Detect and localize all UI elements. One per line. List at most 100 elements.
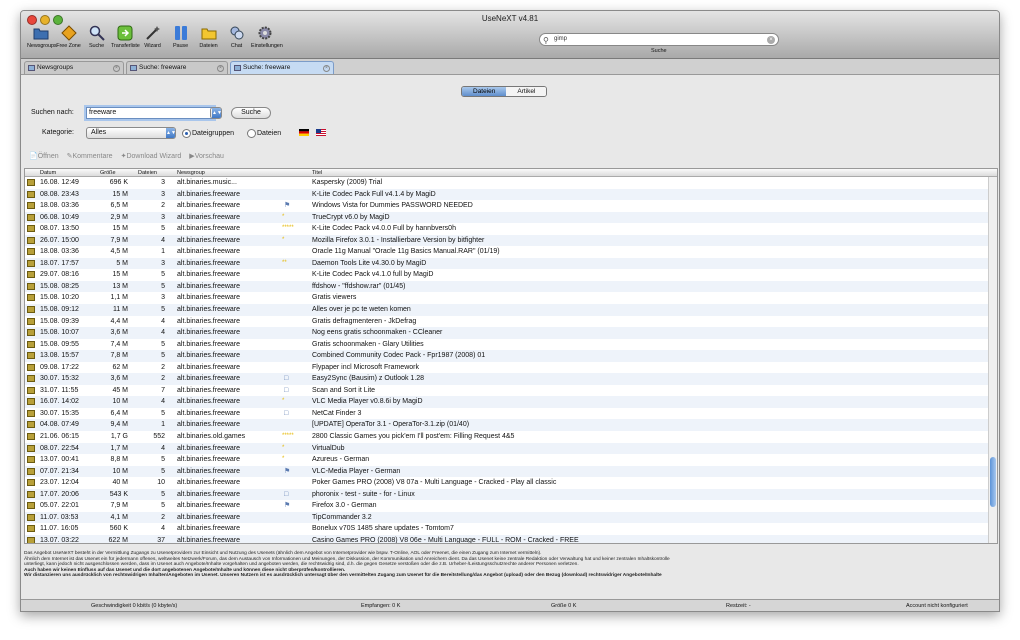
row-size: 10 M: [112, 467, 128, 475]
table-row[interactable]: 18.08. 03:36 6,5 M 2 alt.binaries.freeware ⚑…: [25, 200, 997, 212]
row-size: 7,9 M: [110, 502, 128, 510]
pause-icon: [172, 24, 190, 42]
table-row[interactable]: 11.07. 16:05 560 K 4 alt.binaries.freeware B…: [25, 523, 997, 535]
status-rest: Restzeit: -: [726, 603, 751, 609]
tab-newsgroups[interactable]: Newsgroups ×: [24, 61, 124, 74]
comments-button[interactable]: ✎Kommentare: [67, 152, 113, 160]
close-tab-icon[interactable]: ×: [323, 65, 330, 72]
table-row[interactable]: 16.08. 12:49 696 K 3 alt.binaries.music... K…: [25, 177, 997, 189]
column-header-newsgroup[interactable]: Newsgroup: [177, 169, 205, 177]
search-history-dropdown[interactable]: ▲▼: [210, 107, 222, 119]
table-row[interactable]: 08.07. 13:50 15 M 5 alt.binaries.freeware **…: [25, 223, 997, 235]
table-row[interactable]: 31.07. 11:55 45 M 7 alt.binaries.freeware □ S…: [25, 385, 997, 397]
language-flag-icon: ⚑: [284, 502, 291, 510]
row-newsgroup: alt.binaries.freeware: [177, 213, 241, 221]
row-title: phoronix - test - suite - for - Linux: [312, 490, 415, 498]
table-row[interactable]: 18.07. 17:57 5 M 3 alt.binaries.freeware ** D…: [25, 257, 997, 270]
table-row[interactable]: 13.07. 03:22 622 M 37 alt.binaries.freeware…: [25, 534, 997, 543]
row-title: Daemon Tools Lite v4.30.0 by MagiD: [312, 259, 427, 267]
scrollbar-thumb[interactable]: [990, 457, 996, 507]
table-row[interactable]: 13.07. 00:41 8,8 M 5 alt.binaries.freeware *…: [25, 454, 997, 466]
toolbar-label: Transferliste: [111, 43, 140, 49]
table-row[interactable]: 23.07. 12:04 40 M 10 alt.binaries.freeware P…: [25, 477, 997, 489]
table-row[interactable]: 21.06. 06:15 1,7 G 552 alt.binaries.old.gam…: [25, 431, 997, 443]
row-date: 09.08. 17:22: [40, 363, 79, 371]
row-title: Scan and Sort it Lite: [312, 386, 376, 394]
column-header-files[interactable]: Dateien: [138, 169, 157, 177]
search-term-input[interactable]: freeware: [86, 107, 214, 119]
table-row[interactable]: 13.08. 15:57 7,8 M 5 alt.binaries.freeware C…: [25, 350, 997, 362]
row-newsgroup: alt.binaries.freeware: [177, 444, 241, 452]
archive-icon: [27, 513, 35, 521]
column-header-size[interactable]: Größe: [100, 169, 116, 177]
language-flag-icon: ⚑: [284, 202, 291, 210]
table-row[interactable]: 26.07. 15:00 7,9 M 4 alt.binaries.freeware *…: [25, 234, 997, 247]
table-row[interactable]: 15.08. 08:25 13 M 5 alt.binaries.freeware ff…: [25, 280, 997, 293]
preview-button[interactable]: ▶Vorschau: [189, 152, 224, 160]
german-flag-icon[interactable]: [299, 129, 309, 136]
table-row[interactable]: 08.07. 22:54 1,7 M 4 alt.binaries.freeware *…: [25, 442, 997, 455]
toolbar-button-wizard[interactable]: Wizard: [139, 24, 166, 49]
search-button[interactable]: Suche: [231, 107, 271, 119]
search-input[interactable]: gimp: [554, 36, 567, 42]
file-groups-radio[interactable]: Dateigruppen: [182, 129, 234, 138]
category-select[interactable]: Alles ▲▼: [86, 127, 176, 139]
toolbar-button-pause[interactable]: Pause: [167, 24, 194, 49]
table-row[interactable]: 15.08. 09:39 4,4 M 4 alt.binaries.freeware G…: [25, 316, 997, 328]
table-row[interactable]: 30.07. 15:32 3,6 M 2 alt.binaries.freeware □…: [25, 373, 997, 385]
toolbar-button-einstellungen[interactable]: Einstellungen: [251, 24, 283, 49]
toolbar-button-chat[interactable]: Chat: [223, 24, 250, 49]
table-row[interactable]: 30.07. 15:35 6,4 M 5 alt.binaries.freeware □…: [25, 408, 997, 420]
row-newsgroup: alt.binaries.freeware: [177, 409, 241, 417]
toolbar-button-newsgroups[interactable]: Newsgroups: [27, 24, 57, 49]
files-radio[interactable]: Dateien: [247, 129, 281, 138]
table-row[interactable]: 15.08. 09:55 7,4 M 5 alt.binaries.freeware G…: [25, 339, 997, 351]
search-field[interactable]: ⚲ gimp ×: [539, 33, 779, 46]
table-row[interactable]: 15.08. 09:12 11 M 5 alt.binaries.freeware Al…: [25, 304, 997, 316]
toolbar-button-dateien[interactable]: Dateien: [195, 24, 222, 49]
close-tab-icon[interactable]: ×: [217, 65, 224, 72]
table-row[interactable]: 09.08. 17:22 62 M 2 alt.binaries.freeware Fl…: [25, 362, 997, 374]
row-size: 9,4 M: [110, 421, 128, 429]
table-row[interactable]: 08.08. 23:43 15 M 3 alt.binaries.freeware K-…: [25, 188, 997, 201]
table-row[interactable]: 17.07. 20:06 543 K 5 alt.binaries.freeware □…: [25, 488, 997, 501]
table-row[interactable]: 18.08. 03:36 4,5 M 1 alt.binaries.freeware O…: [25, 246, 997, 258]
row-newsgroup: alt.binaries.freeware: [177, 340, 241, 348]
column-header-date[interactable]: Datum: [40, 169, 56, 177]
table-row[interactable]: 11.07. 03:53 4,1 M 2 alt.binaries.freeware T…: [25, 511, 997, 524]
table-row[interactable]: 16.07. 14:02 10 M 4 alt.binaries.freeware * V…: [25, 396, 997, 408]
search-icon: ⚲: [543, 36, 549, 45]
table-row[interactable]: 15.08. 10:20 1,1 M 3 alt.binaries.freeware G…: [25, 292, 997, 304]
tab-search-freeware-1[interactable]: Suche: freeware ×: [126, 61, 228, 74]
toolbar-label: Wizard: [144, 43, 161, 49]
archive-icon: [27, 421, 35, 429]
table-row[interactable]: 04.08. 07:49 9,4 M 1 alt.binaries.freeware […: [25, 419, 997, 432]
table-row[interactable]: 07.07. 21:34 10 M 5 alt.binaries.freeware ⚑ V…: [25, 465, 997, 478]
toolbar-button-suche[interactable]: Suche: [83, 24, 110, 49]
row-files: 4: [161, 236, 165, 244]
status-speed: Geschwindigkeit 0 kbit/s (0 kbyte/s): [91, 603, 178, 609]
close-tab-icon[interactable]: ×: [113, 65, 120, 72]
table-row[interactable]: 06.08. 10:49 2,9 M 3 alt.binaries.freeware *…: [25, 211, 997, 224]
english-flag-icon[interactable]: [316, 129, 326, 136]
download-wizard-button[interactable]: ✦Download Wizard: [121, 152, 182, 160]
archive-icon: [27, 433, 35, 441]
toolbar-button-free-zone[interactable]: Free Zone: [55, 24, 82, 49]
row-files: 552: [153, 433, 165, 441]
row-newsgroup: alt.binaries.old.games: [177, 433, 246, 441]
row-title: Kaspersky (2009) Trial: [312, 179, 383, 186]
row-files: 5: [161, 490, 165, 498]
toolbar-button-transferliste[interactable]: Transferliste: [111, 24, 140, 49]
tab-search-freeware-2[interactable]: Suche: freeware ×: [230, 61, 334, 74]
column-header-title[interactable]: Titel: [312, 169, 322, 177]
row-title: ffdshow - "ffdshow.rar" (01/45): [312, 282, 406, 290]
table-row[interactable]: 05.07. 22:01 7,9 M 5 alt.binaries.freeware ⚑…: [25, 500, 997, 512]
table-row[interactable]: 15.08. 10:07 3,6 M 4 alt.binaries.freeware N…: [25, 327, 997, 339]
files-segment-button[interactable]: Dateien: [462, 87, 507, 96]
articles-segment-button[interactable]: Artikel: [506, 87, 547, 96]
row-newsgroup: alt.binaries.freeware: [177, 386, 241, 394]
vertical-scrollbar[interactable]: [988, 177, 997, 543]
clear-search-icon[interactable]: ×: [767, 36, 775, 44]
open-button[interactable]: 📄Öffnen: [29, 152, 59, 160]
table-row[interactable]: 29.07. 08:16 15 M 5 alt.binaries.freeware K-…: [25, 269, 997, 281]
